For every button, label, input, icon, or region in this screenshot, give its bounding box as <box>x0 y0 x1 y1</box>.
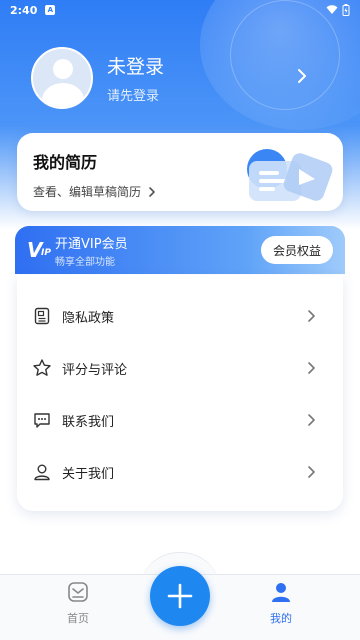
menu-item-rating[interactable]: 评分与评论 <box>17 342 343 394</box>
notification-icon: A <box>45 5 56 15</box>
tab-home[interactable]: 首页 <box>48 581 108 626</box>
chat-icon <box>34 413 50 428</box>
avatar-body-icon <box>42 83 84 107</box>
person-icon <box>272 583 290 602</box>
menu-item-label: 联系我们 <box>62 414 115 430</box>
menu-item-about[interactable]: 关于我们 <box>17 446 343 498</box>
chevron-right-icon <box>149 186 155 197</box>
menu-item-label: 关于我们 <box>62 466 115 482</box>
resume-illustration-icon <box>247 149 333 201</box>
username: 未登录 <box>107 56 165 78</box>
chevron-right-icon[interactable] <box>296 68 308 84</box>
menu-item-label: 评分与评论 <box>62 362 128 378</box>
document-icon <box>34 307 50 325</box>
resume-subtitle-label: 查看、编辑草稿简历 <box>33 185 142 199</box>
wifi-icon <box>326 5 338 14</box>
settings-menu: 隐私政策 评分与评论 联系我们 关于我们 <box>17 275 343 511</box>
profile-section[interactable]: 未登录 请先登录 <box>31 47 164 109</box>
vip-subtitle: 畅享全部功能 <box>55 256 115 268</box>
tab-me-label: 我的 <box>270 612 292 625</box>
chevron-right-icon <box>308 310 315 322</box>
menu-item-contact[interactable]: 联系我们 <box>17 394 343 446</box>
chevron-right-icon <box>308 362 315 374</box>
status-time: 2:40 <box>10 3 38 17</box>
login-hint[interactable]: 请先登录 <box>107 85 164 104</box>
vip-title: 开通VIP会员 <box>55 236 128 252</box>
avatar[interactable] <box>31 47 93 109</box>
menu-item-privacy[interactable]: 隐私政策 <box>17 290 343 342</box>
avatar-head-icon <box>53 59 73 79</box>
vip-logo: V IP <box>27 238 53 262</box>
vip-benefits-button[interactable]: 会员权益 <box>260 236 333 264</box>
battery-icon <box>342 4 350 16</box>
star-icon <box>33 359 51 376</box>
tab-me[interactable]: 我的 <box>251 581 311 626</box>
home-icon <box>68 582 88 602</box>
chevron-right-icon <box>308 466 315 478</box>
tab-home-label: 首页 <box>67 612 89 625</box>
resume-card[interactable]: 我的简历 查看、编辑草稿简历 <box>17 133 343 211</box>
add-button[interactable] <box>150 566 210 626</box>
plus-icon <box>167 583 193 609</box>
chevron-right-icon <box>308 414 315 426</box>
status-bar: 2:40 A <box>0 0 360 20</box>
vip-logo-ip: IP <box>41 248 51 258</box>
vip-banner[interactable]: V IP 开通VIP会员 畅享全部功能 会员权益 <box>15 226 345 274</box>
user-icon <box>34 464 50 481</box>
menu-item-label: 隐私政策 <box>62 310 115 326</box>
